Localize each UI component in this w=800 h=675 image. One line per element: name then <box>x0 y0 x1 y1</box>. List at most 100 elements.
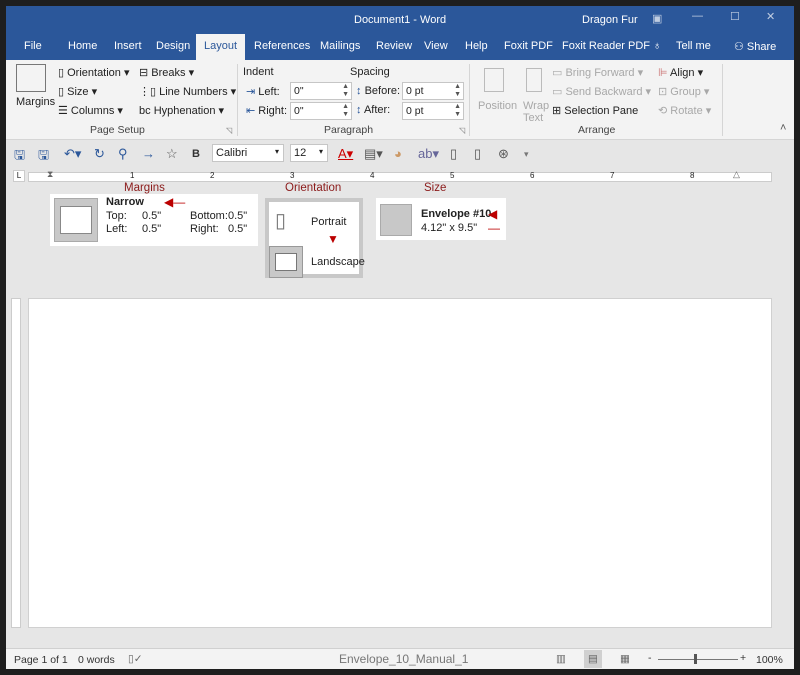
position-button[interactable]: Position <box>478 100 517 112</box>
indent-right-label: ⇤ Right: <box>246 104 287 117</box>
ribbon: Margins ▯ Orientation ▾ ▯ Size ▾ ☰ Colum… <box>6 60 794 140</box>
vertical-ruler[interactable] <box>11 298 21 628</box>
top-label: Top: <box>106 210 127 222</box>
selection-pane-label: Selection Pane <box>564 105 639 117</box>
ruler-label: 8 <box>690 171 695 180</box>
status-bar: Page 1 of 1 0 words ▯✓ Envelope_10_Manua… <box>6 648 794 669</box>
proofing-icon[interactable]: ▯✓ <box>128 653 143 665</box>
document-page[interactable] <box>28 298 772 628</box>
tab-foxit-reader-pdf[interactable]: Foxit Reader PDF <box>562 40 650 52</box>
bold-button[interactable]: B <box>192 148 200 160</box>
word-count[interactable]: 0 words <box>78 654 115 666</box>
indent-right-input[interactable]: 0" ▲ ▼ <box>290 102 352 120</box>
margins-icon <box>16 64 46 92</box>
zoom-in-button[interactable]: + <box>740 652 746 664</box>
after-text: After: <box>363 104 391 116</box>
margins-button[interactable]: Margins <box>16 96 55 108</box>
share-label: Share <box>746 41 777 53</box>
chart-icon[interactable]: ◕ <box>394 146 402 161</box>
page-down-icon[interactable]: ▯ <box>474 146 481 162</box>
tell-me[interactable]: Tell me <box>676 40 711 52</box>
redo-icon[interactable]: ↻ <box>94 146 105 162</box>
line-numbers-label: Line Numbers <box>159 86 228 98</box>
ribbon-display-icon[interactable]: ▣ <box>652 12 662 25</box>
font-size-select[interactable]: 12 ▾ <box>290 144 328 162</box>
tab-foxit-pdf[interactable]: Foxit PDF <box>504 40 553 52</box>
tab-design[interactable]: Design <box>156 40 190 52</box>
tab-layout[interactable]: Layout <box>196 34 246 60</box>
page-count[interactable]: Page 1 of 1 <box>14 654 68 666</box>
right-indent-marker[interactable]: △ <box>733 169 740 180</box>
group-label-page-setup: Page Setup <box>90 124 145 136</box>
breaks-button[interactable]: ⊟ Breaks ▾ <box>139 66 194 79</box>
selection-pane-button[interactable]: ⊞ Selection Pane <box>552 104 638 117</box>
columns-button[interactable]: ☰ Columns ▾ <box>58 104 123 117</box>
share-button[interactable]: ⚇ Share <box>734 40 776 53</box>
chevron-down-icon: ▾ <box>274 147 279 156</box>
star-icon[interactable]: ☆ <box>166 146 178 162</box>
right-value: 0.5" <box>228 223 248 235</box>
orientation-button[interactable]: ▯ Orientation ▾ <box>58 66 130 79</box>
indent-left-input[interactable]: 0" ▲ ▼ <box>290 82 352 100</box>
customize-toolbar-icon[interactable]: ▾ <box>524 149 529 160</box>
close-button[interactable]: ✕ <box>766 10 775 23</box>
find-icon[interactable]: ⚲ <box>118 146 128 162</box>
wrap-text-button[interactable]: Wrap Text <box>523 100 549 124</box>
group-button[interactable]: ⊡ Group ▾ <box>658 85 709 98</box>
zoom-slider[interactable] <box>658 659 738 660</box>
bottom-label: Bottom: <box>190 210 228 222</box>
spin-arrows-icon[interactable]: ▲ ▼ <box>454 83 461 99</box>
go-to-icon[interactable]: → <box>142 146 155 161</box>
spin-arrows-icon[interactable]: ▲ ▼ <box>342 103 349 119</box>
font-select[interactable]: Calibri ▾ <box>212 144 284 162</box>
zoom-level[interactable]: 100% <box>756 654 783 666</box>
user-name[interactable]: Dragon Fur <box>582 14 638 26</box>
zoom-slider-thumb[interactable] <box>694 654 697 664</box>
bring-forward-button[interactable]: ▭ Bring Forward ▾ <box>552 66 643 79</box>
web-layout-icon[interactable]: ▦ <box>620 653 630 665</box>
tab-file[interactable]: File <box>24 40 42 52</box>
dialog-launcher-icon[interactable]: ◹ <box>226 126 232 135</box>
tab-view[interactable]: View <box>424 40 448 52</box>
horizontal-ruler[interactable]: 1 2 3 4 5 6 7 8 ⧗ △ <box>28 169 772 182</box>
spacing-after-input[interactable]: 0 pt ▲ ▼ <box>402 102 464 120</box>
spelling-icon[interactable]: ab▾ <box>418 146 439 162</box>
tab-insert[interactable]: Insert <box>114 40 142 52</box>
tab-selector[interactable]: L <box>13 170 25 182</box>
orientation-heading: Orientation <box>285 182 342 194</box>
spin-arrows-icon[interactable]: ▲ ▼ <box>454 103 461 119</box>
size-button[interactable]: ▯ Size ▾ <box>58 85 97 98</box>
rotate-button[interactable]: ⟲ Rotate ▾ <box>658 104 711 117</box>
tab-help[interactable]: Help <box>465 40 488 52</box>
page-up-icon[interactable]: ▯ <box>450 146 457 162</box>
tab-mailings[interactable]: Mailings <box>320 40 360 52</box>
tab-home[interactable]: Home <box>68 40 97 52</box>
save-as-icon[interactable]: 🖫 <box>38 146 49 168</box>
indent-marker[interactable]: ⧗ <box>47 169 53 180</box>
dialog-launcher-icon[interactable]: ◹ <box>459 126 465 135</box>
zoom-out-button[interactable]: - <box>648 652 652 664</box>
collapse-ribbon-icon[interactable]: ˄ <box>780 122 786 134</box>
tab-references[interactable]: References <box>254 40 310 52</box>
font-color-icon[interactable]: A▾ <box>338 146 353 162</box>
text-box-icon[interactable]: ▤▾ <box>364 146 383 162</box>
send-backward-button[interactable]: ▭ Send Backward ▾ <box>552 85 651 98</box>
maximize-button[interactable]: ☐ <box>730 10 740 23</box>
position-icon <box>484 68 504 92</box>
chevron-down-icon: ▾ <box>318 147 323 156</box>
align-button[interactable]: ⊫ Align ▾ <box>658 66 703 79</box>
minimize-button[interactable]: — <box>692 10 703 22</box>
tab-review[interactable]: Review <box>376 40 412 52</box>
spacing-before-input[interactable]: 0 pt ▲ ▼ <box>402 82 464 100</box>
font-size-value: 12 <box>294 147 307 159</box>
read-mode-icon[interactable]: ▥ <box>556 653 566 665</box>
save-icon[interactable]: 🖫 <box>14 146 25 168</box>
spin-arrows-icon[interactable]: ▲ ▼ <box>342 83 349 99</box>
print-layout-icon[interactable]: ▤ <box>584 650 602 668</box>
line-numbers-button[interactable]: ⋮▯ Line Numbers ▾ <box>139 85 236 98</box>
margins-heading: Margins <box>124 182 165 194</box>
link-icon[interactable]: ⊛ <box>498 146 509 162</box>
hyphenation-button[interactable]: bc Hyphenation ▾ <box>139 104 224 117</box>
indent-label: Indent <box>243 66 274 78</box>
undo-icon[interactable]: ↶▾ <box>64 146 81 162</box>
